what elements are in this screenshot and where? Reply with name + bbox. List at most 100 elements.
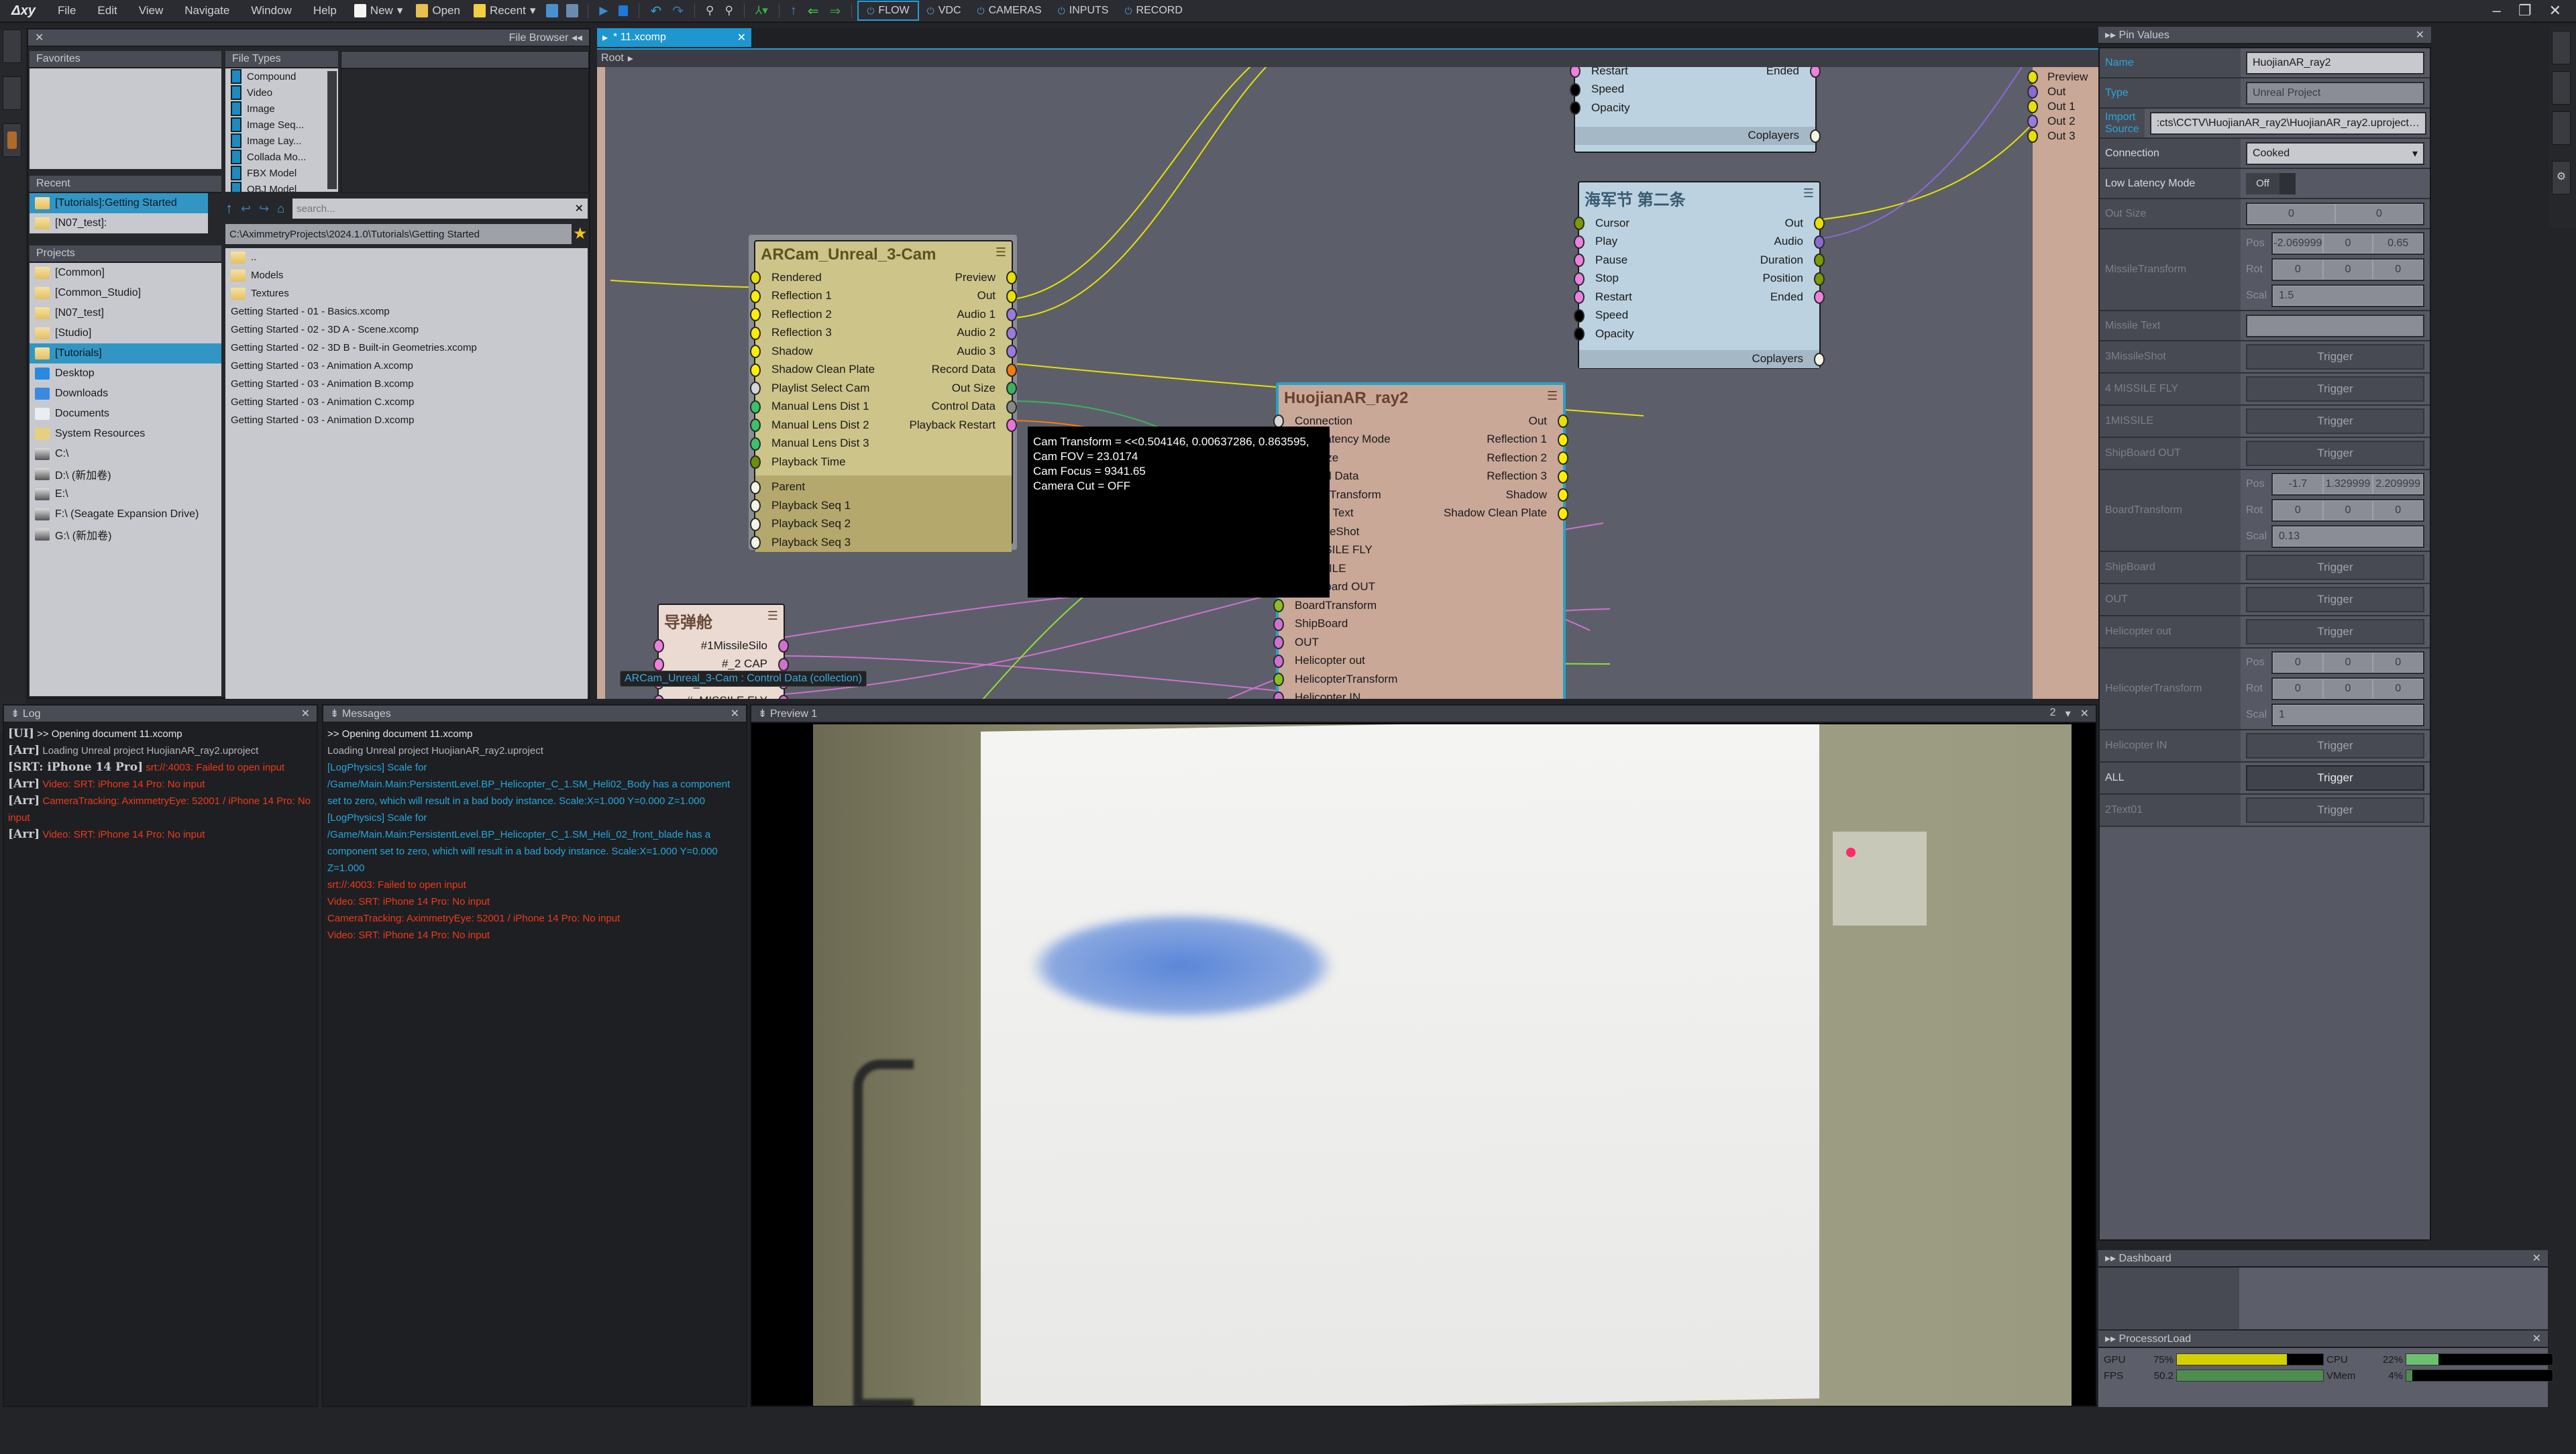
mode-vdc[interactable]: ⏻ VDC bbox=[919, 2, 969, 19]
input-pin[interactable] bbox=[1273, 691, 1284, 699]
rot-cell[interactable]: 0 bbox=[2373, 679, 2424, 699]
input-pin[interactable] bbox=[750, 289, 761, 303]
output-pin[interactable] bbox=[1006, 271, 1017, 284]
save-icon[interactable] bbox=[546, 4, 559, 17]
file-item[interactable]: Getting Started - 03 - Animation B.xcomp bbox=[225, 375, 588, 393]
checkbox[interactable] bbox=[231, 150, 241, 164]
trigger-button[interactable]: Trigger bbox=[2246, 733, 2424, 759]
pos-cell[interactable]: 0 bbox=[2322, 233, 2373, 254]
connection-select[interactable]: Cooked ▾ bbox=[2246, 142, 2424, 165]
pos-cell[interactable]: 0 bbox=[2373, 653, 2424, 673]
favorites-list[interactable] bbox=[30, 68, 221, 169]
layout-button[interactable] bbox=[3, 30, 21, 63]
output-pin[interactable] bbox=[778, 639, 789, 653]
close-icon[interactable]: ✕ bbox=[301, 707, 310, 720]
trigger-button[interactable]: Trigger bbox=[2246, 344, 2424, 370]
checkbox[interactable] bbox=[231, 133, 241, 148]
path-field[interactable]: C:\AximmetryProjects\2024.1.0\Tutorials\… bbox=[225, 224, 572, 244]
chevron-down-icon[interactable]: ▾ bbox=[397, 4, 403, 17]
output-pin[interactable] bbox=[1558, 488, 1568, 502]
out-size-cell[interactable]: 0 bbox=[2335, 203, 2423, 224]
favorite-star-icon[interactable]: ★ bbox=[573, 224, 588, 243]
dock-icon[interactable]: ⇟ bbox=[758, 708, 767, 720]
input-pin[interactable] bbox=[653, 657, 664, 671]
input-pin[interactable] bbox=[750, 382, 761, 395]
input-pin[interactable] bbox=[750, 418, 761, 432]
up-arrow-icon[interactable]: ↑ bbox=[790, 3, 797, 19]
project-item[interactable]: F:\ (Seagate Expansion Drive) bbox=[30, 504, 221, 524]
pos-cell[interactable]: 0 bbox=[2322, 653, 2373, 673]
restore-icon[interactable]: ❐ bbox=[2518, 2, 2532, 19]
output-pin[interactable] bbox=[1814, 217, 1825, 230]
redo-icon[interactable]: ↷ bbox=[672, 3, 684, 19]
project-item[interactable]: G:\ (新加卷) bbox=[30, 524, 221, 545]
input-pin[interactable] bbox=[1574, 235, 1585, 249]
mode-record[interactable]: ⏻ RECORD bbox=[1116, 2, 1190, 19]
mode-inputs[interactable]: ⏻ INPUTS bbox=[1050, 2, 1117, 19]
input-pin[interactable] bbox=[1273, 617, 1284, 631]
project-item[interactable]: E:\ bbox=[30, 484, 221, 504]
home-icon[interactable]: ⌂ bbox=[277, 202, 284, 216]
chevron-down-icon[interactable]: ▾ bbox=[530, 4, 536, 17]
file-item[interactable]: Getting Started - 03 - Animation C.xcomp bbox=[225, 393, 588, 411]
input-pin[interactable] bbox=[1570, 82, 1580, 97]
output-pin[interactable] bbox=[1006, 363, 1017, 377]
name-field[interactable]: HuojianAR_ray2 bbox=[2246, 51, 2424, 74]
project-item[interactable]: Downloads bbox=[30, 384, 221, 404]
low-latency-toggle[interactable]: Off bbox=[2246, 172, 2296, 194]
trigger-button[interactable]: Trigger bbox=[2246, 555, 2424, 580]
new-button[interactable]: New ▾ bbox=[347, 4, 410, 17]
node-graph-canvas[interactable]: Restart Ended Speed Opacity Coplayers 海军节 第二… bbox=[597, 67, 2098, 699]
trigger-button[interactable]: Trigger bbox=[2246, 408, 2424, 434]
node-title[interactable]: 导弹舱 ☰ bbox=[659, 605, 784, 636]
project-item[interactable]: C:\ bbox=[30, 444, 221, 464]
node-output-frame[interactable]: Preview Out Out 1 Out 2 Out 3 bbox=[2027, 67, 2098, 699]
folder-item[interactable]: .. bbox=[225, 248, 588, 266]
input-pin[interactable] bbox=[1570, 101, 1580, 115]
output-pin[interactable] bbox=[1006, 345, 1017, 358]
mode-flow[interactable]: ⏻ FLOW bbox=[857, 1, 919, 21]
input-pin[interactable] bbox=[2027, 100, 2038, 113]
menu-view[interactable]: View bbox=[128, 4, 174, 17]
node-video-player-2[interactable]: 海军节 第二条 ☰ Cursor Out Play Audio Pause Duration S… bbox=[1574, 181, 1825, 369]
input-pin[interactable] bbox=[1574, 327, 1585, 341]
output-pin[interactable] bbox=[1814, 235, 1825, 249]
file-type-item[interactable]: Video bbox=[225, 85, 325, 101]
trigger-button[interactable]: Trigger bbox=[2246, 376, 2424, 402]
back-icon[interactable]: ↩ bbox=[241, 202, 251, 216]
file-type-item[interactable]: Collada Mo... bbox=[225, 149, 325, 165]
file-type-item[interactable]: Image bbox=[225, 101, 325, 117]
node-menu-icon[interactable]: ☰ bbox=[1547, 389, 1558, 408]
output-pin[interactable] bbox=[1558, 414, 1568, 428]
open-button[interactable]: Open bbox=[409, 4, 467, 17]
forward-arrow-icon[interactable]: ⇒ bbox=[830, 3, 841, 19]
input-pin[interactable] bbox=[1273, 414, 1284, 428]
input-pin[interactable] bbox=[750, 437, 761, 451]
axis-icon[interactable]: ⅄▾ bbox=[755, 4, 768, 17]
output-pin[interactable] bbox=[1814, 352, 1825, 366]
collapse-icon[interactable]: ◂◂ bbox=[572, 32, 582, 44]
node-title[interactable]: HuojianAR_ray2 ☰ bbox=[1279, 385, 1563, 412]
input-pin[interactable] bbox=[1273, 636, 1284, 649]
file-item[interactable]: Getting Started - 03 - Animation D.xcomp bbox=[225, 411, 588, 429]
rot-cell[interactable]: 0 bbox=[2273, 260, 2323, 280]
output-pin[interactable] bbox=[1558, 451, 1568, 465]
archive-button[interactable] bbox=[3, 123, 21, 157]
pos-cell[interactable]: 0 bbox=[2273, 653, 2323, 673]
trigger-button[interactable]: Trigger bbox=[2246, 765, 2424, 791]
input-pin[interactable] bbox=[1273, 673, 1284, 686]
pos-cell[interactable]: -2.069999 bbox=[2273, 233, 2323, 254]
scal-cell[interactable]: 1.5 bbox=[2273, 286, 2423, 306]
recent-item[interactable]: [N07_test]: bbox=[30, 213, 208, 233]
scal-cell[interactable]: 0.13 bbox=[2273, 526, 2423, 547]
device-button[interactable] bbox=[3, 76, 21, 110]
output-pin[interactable] bbox=[1006, 289, 1017, 303]
close-icon[interactable]: ✕ bbox=[2080, 707, 2089, 720]
settings-button[interactable]: ⚙ bbox=[2552, 161, 2571, 194]
input-pin[interactable] bbox=[750, 480, 761, 494]
zoom-out-icon[interactable]: ⚲ bbox=[724, 4, 733, 17]
menu-navigate[interactable]: Navigate bbox=[174, 4, 240, 17]
input-pin[interactable] bbox=[1574, 217, 1585, 230]
pos-cell[interactable]: 0.65 bbox=[2373, 233, 2424, 254]
trigger-button[interactable]: Trigger bbox=[2246, 441, 2424, 466]
